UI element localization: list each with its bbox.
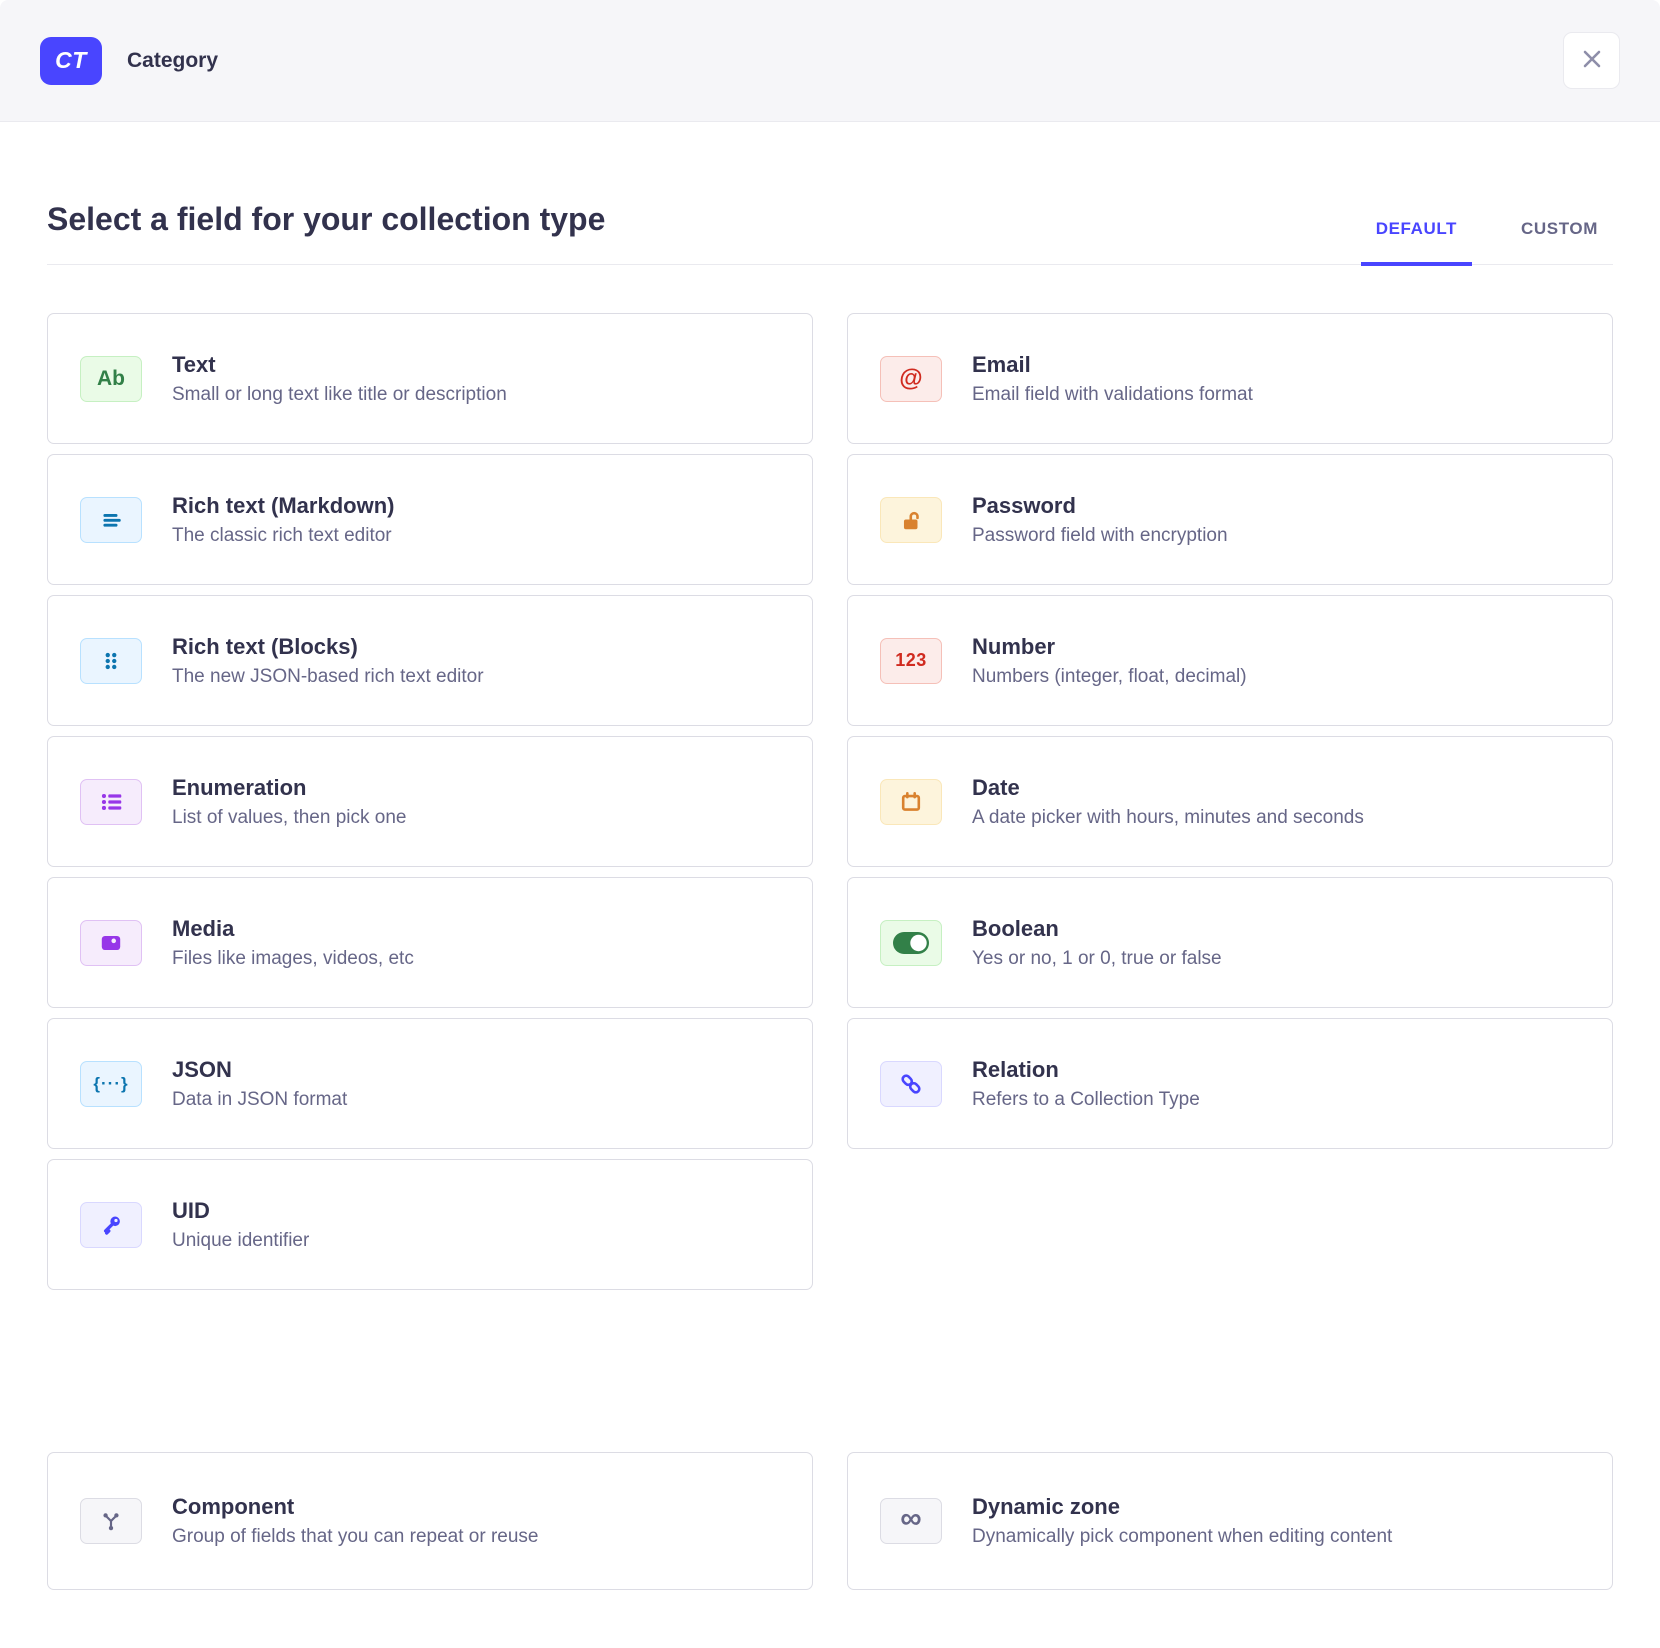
richtext-markdown-icon	[80, 497, 142, 543]
field-card-boolean[interactable]: Boolean Yes or no, 1 or 0, true or false	[847, 877, 1613, 1008]
field-card-title: Boolean	[972, 918, 1222, 940]
dynamic-zone-infinity-icon: ∞	[880, 1498, 942, 1544]
title-row: Select a field for your collection type …	[47, 200, 1613, 265]
media-picture-icon	[80, 920, 142, 966]
tab-default[interactable]: DEFAULT	[1361, 219, 1472, 266]
field-card-title: JSON	[172, 1059, 347, 1081]
field-card-description: The classic rich text editor	[172, 526, 394, 545]
field-card-uid[interactable]: UID Unique identifier	[47, 1159, 813, 1290]
email-at-icon: @	[880, 356, 942, 402]
field-card-media[interactable]: Media Files like images, videos, etc	[47, 877, 813, 1008]
field-select-modal: CT Category Select a field for your coll…	[0, 0, 1660, 1648]
close-button[interactable]	[1563, 32, 1620, 89]
advanced-grid-right-column: ∞ Dynamic zone Dynamically pick componen…	[847, 1452, 1613, 1590]
field-card-json[interactable]: {···} JSON Data in JSON format	[47, 1018, 813, 1149]
field-card-richtext-markdown[interactable]: Rich text (Markdown) The classic rich te…	[47, 454, 813, 585]
enumeration-list-icon	[80, 779, 142, 825]
modal-body: Select a field for your collection type …	[0, 200, 1660, 1590]
page-title: Select a field for your collection type	[47, 200, 605, 264]
number-123-glyph: 123	[895, 650, 927, 671]
field-card-title: Rich text (Blocks)	[172, 636, 484, 658]
field-card-description: Files like images, videos, etc	[172, 949, 414, 968]
advanced-grid-left-column: Component Group of fields that you can r…	[47, 1452, 813, 1590]
json-braces-glyph: {···}	[93, 1074, 128, 1094]
tab-bar: DEFAULT CUSTOM	[1327, 219, 1613, 264]
field-card-text[interactable]: Ab Text Small or long text like title or…	[47, 313, 813, 444]
field-card-title: Text	[172, 354, 507, 376]
field-card-title: Dynamic zone	[972, 1496, 1392, 1518]
field-card-description: Password field with encryption	[972, 526, 1228, 545]
field-card-description: The new JSON-based rich text editor	[172, 667, 484, 686]
collection-type-name: Category	[127, 49, 218, 73]
field-card-title: Relation	[972, 1059, 1200, 1081]
field-card-description: Dynamically pick component when editing …	[972, 1527, 1392, 1546]
field-card-dynamic-zone[interactable]: ∞ Dynamic zone Dynamically pick componen…	[847, 1452, 1613, 1590]
field-card-title: Component	[172, 1496, 539, 1518]
uid-key-icon	[80, 1202, 142, 1248]
field-card-description: Numbers (integer, float, decimal)	[972, 667, 1247, 686]
field-card-description: Small or long text like title or descrip…	[172, 385, 507, 404]
field-card-title: Date	[972, 777, 1364, 799]
text-ab-icon: Ab	[80, 356, 142, 402]
relation-link-icon	[880, 1061, 942, 1107]
password-lock-icon	[880, 497, 942, 543]
field-card-number[interactable]: 123 Number Numbers (integer, float, deci…	[847, 595, 1613, 726]
field-card-description: List of values, then pick one	[172, 808, 406, 827]
field-card-component[interactable]: Component Group of fields that you can r…	[47, 1452, 813, 1590]
modal-header: CT Category	[0, 0, 1660, 122]
field-grid-left-column: Ab Text Small or long text like title or…	[47, 313, 813, 1290]
field-card-description: Group of fields that you can repeat or r…	[172, 1527, 539, 1546]
field-card-description: Yes or no, 1 or 0, true or false	[972, 949, 1222, 968]
field-card-description: Email field with validations format	[972, 385, 1253, 404]
collection-type-badge-label: CT	[55, 47, 87, 74]
email-at-glyph: @	[899, 365, 922, 393]
field-card-title: Password	[972, 495, 1228, 517]
tab-custom[interactable]: CUSTOM	[1506, 219, 1613, 266]
field-card-title: Enumeration	[172, 777, 406, 799]
field-card-description: A date picker with hours, minutes and se…	[972, 808, 1364, 827]
number-123-icon: 123	[880, 638, 942, 684]
field-card-email[interactable]: @ Email Email field with validations for…	[847, 313, 1613, 444]
field-card-title: Rich text (Markdown)	[172, 495, 394, 517]
field-card-enumeration[interactable]: Enumeration List of values, then pick on…	[47, 736, 813, 867]
field-card-title: Media	[172, 918, 414, 940]
dynamic-zone-infinity-glyph: ∞	[900, 1504, 921, 1534]
component-branch-icon	[80, 1498, 142, 1544]
richtext-blocks-icon	[80, 638, 142, 684]
close-icon	[1579, 46, 1605, 75]
field-card-description: Unique identifier	[172, 1231, 309, 1250]
field-grid-right-column: @ Email Email field with validations for…	[847, 313, 1613, 1149]
field-card-title: UID	[172, 1200, 309, 1222]
date-calendar-icon	[880, 779, 942, 825]
field-card-title: Number	[972, 636, 1247, 658]
boolean-toggle-icon	[880, 920, 942, 966]
field-card-description: Data in JSON format	[172, 1090, 347, 1109]
field-grid: Ab Text Small or long text like title or…	[47, 313, 1613, 1290]
field-card-relation[interactable]: Relation Refers to a Collection Type	[847, 1018, 1613, 1149]
field-card-richtext-blocks[interactable]: Rich text (Blocks) The new JSON-based ri…	[47, 595, 813, 726]
collection-type-badge: CT	[40, 37, 102, 85]
text-ab-glyph: Ab	[97, 367, 125, 391]
json-braces-icon: {···}	[80, 1061, 142, 1107]
advanced-field-grid: Component Group of fields that you can r…	[47, 1452, 1613, 1590]
field-card-date[interactable]: Date A date picker with hours, minutes a…	[847, 736, 1613, 867]
field-card-password[interactable]: Password Password field with encryption	[847, 454, 1613, 585]
field-card-title: Email	[972, 354, 1253, 376]
field-card-description: Refers to a Collection Type	[972, 1090, 1200, 1109]
